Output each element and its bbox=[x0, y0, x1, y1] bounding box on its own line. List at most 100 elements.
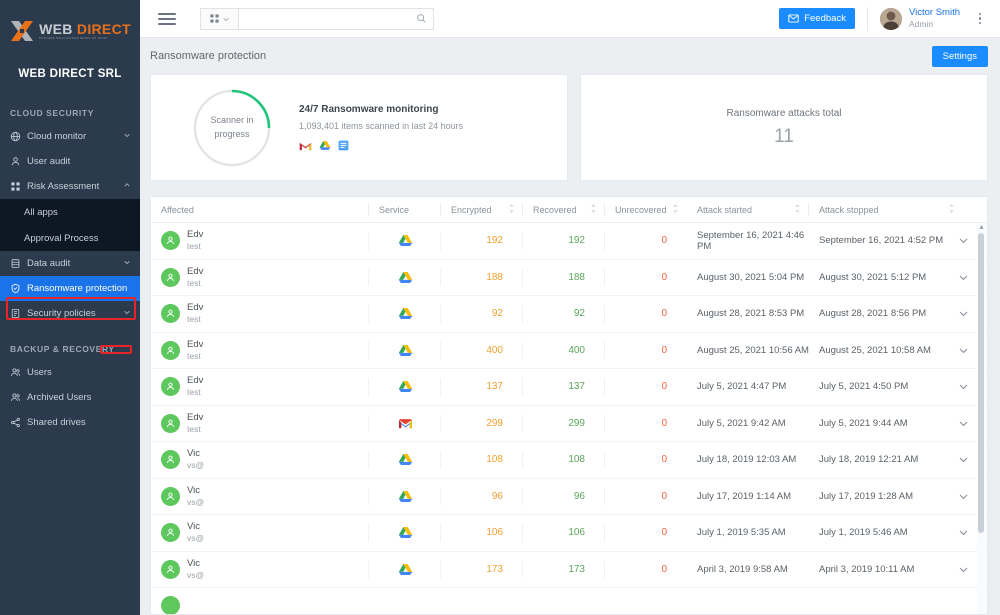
sidebar-subitem-all-apps[interactable]: All apps bbox=[0, 199, 140, 225]
kebab-menu-icon[interactable] bbox=[974, 11, 986, 27]
cell-attack-started: July 5, 2021 4:47 PM bbox=[697, 381, 787, 393]
cell-attack-stopped: August 28, 2021 8:56 PM bbox=[809, 296, 987, 332]
feedback-button[interactable]: Feedback bbox=[779, 8, 855, 29]
expand-row-button[interactable] bbox=[958, 406, 969, 442]
sidebar-item-archived-users[interactable]: Archived Users bbox=[0, 385, 140, 410]
grid-icon bbox=[10, 181, 23, 192]
redaction-blur bbox=[206, 226, 324, 253]
sidebar-item-risk-assessment[interactable]: Risk Assessment bbox=[0, 174, 140, 199]
cell-attack-stopped: July 18, 2019 12:21 AM bbox=[809, 442, 987, 478]
user-avatar-image bbox=[879, 7, 902, 30]
affected-user bbox=[161, 596, 324, 614]
sort-icon[interactable] bbox=[794, 203, 801, 216]
user-info[interactable]: Victor Smith Admin bbox=[909, 7, 960, 30]
sort-icon[interactable] bbox=[948, 203, 955, 216]
sidebar-section-backup-recovery: BACKUP & RECOVERY bbox=[10, 344, 115, 354]
sort-icon[interactable] bbox=[590, 203, 597, 216]
chevron-down-icon bbox=[959, 384, 968, 390]
expand-row-button[interactable] bbox=[958, 296, 969, 332]
scanner-progress-donut: Scanner in progress bbox=[191, 87, 273, 169]
user-avatar-icon bbox=[161, 596, 180, 614]
user-text: Edv test bbox=[187, 335, 324, 362]
table-row[interactable]: Vic vs@ 106 106 0 July 1, 2019 5:35 AM July 1,… bbox=[151, 515, 987, 552]
sidebar-item-user-audit[interactable]: User audit bbox=[0, 149, 140, 174]
gmail-icon bbox=[398, 418, 412, 428]
search-box[interactable] bbox=[238, 7, 434, 30]
globe-icon bbox=[10, 131, 23, 142]
search-input[interactable] bbox=[245, 13, 416, 24]
avatar[interactable] bbox=[879, 7, 902, 30]
table-row-partial[interactable] bbox=[151, 588, 987, 614]
sort-icon[interactable] bbox=[672, 203, 679, 216]
sidebar-subitem-approval-process[interactable]: Approval Process bbox=[0, 225, 140, 251]
logo-word-web: WEB bbox=[39, 20, 73, 37]
column-label: Affected bbox=[161, 204, 194, 215]
user-name: Vic bbox=[187, 521, 201, 533]
expand-row-button[interactable] bbox=[958, 369, 969, 405]
cell-encrypted: 106 bbox=[441, 515, 523, 551]
hamburger-icon[interactable] bbox=[158, 10, 176, 28]
sort-icon[interactable] bbox=[508, 203, 515, 216]
redaction-blur bbox=[206, 408, 324, 435]
table-row[interactable]: Edv test 188 188 0 August 30, 2021 5:04 PM Aug… bbox=[151, 260, 987, 296]
user-text: Vic vs@ bbox=[187, 481, 324, 508]
sidebar-item-cloud-monitor[interactable]: Cloud monitor bbox=[0, 124, 140, 149]
column-header-affected[interactable]: Affected bbox=[151, 197, 369, 223]
scroll-up-arrow[interactable]: ▲ bbox=[977, 223, 986, 233]
chevron-down-icon bbox=[959, 457, 968, 463]
cell-attack-started: July 5, 2021 9:42 AM bbox=[697, 417, 786, 429]
settings-button[interactable]: Settings bbox=[931, 45, 988, 67]
search-icon[interactable] bbox=[416, 13, 427, 24]
user-name: Vic bbox=[187, 448, 201, 460]
page-title: Ransomware protection bbox=[150, 50, 267, 62]
expand-row-button[interactable] bbox=[958, 479, 969, 515]
user-name: Edv bbox=[187, 375, 204, 387]
cell-recovered: 106 bbox=[523, 515, 605, 551]
scrollbar-thumb[interactable] bbox=[978, 233, 984, 533]
column-header-attack-stopped[interactable]: Attack stopped bbox=[809, 197, 987, 223]
expand-row-button[interactable] bbox=[958, 442, 969, 478]
user-text: Edv test bbox=[187, 299, 324, 326]
expand-row-button[interactable] bbox=[958, 515, 969, 551]
sidebar-item-data-audit[interactable]: Data audit bbox=[0, 251, 140, 276]
expand-row-button[interactable] bbox=[958, 223, 969, 259]
sidebar-item-security-policies[interactable]: Security policies bbox=[0, 301, 140, 326]
table-row[interactable]: Edv test 92 92 0 August 28, 2021 8:53 PM Augus… bbox=[151, 296, 987, 333]
table-row[interactable]: Edv test 400 400 0 August 25, 2021 10:56 AM Au… bbox=[151, 333, 987, 369]
expand-row-button[interactable] bbox=[958, 333, 969, 369]
table-row[interactable]: Vic vs@ 96 96 0 July 17, 2019 1:14 AM July 17,… bbox=[151, 479, 987, 515]
table-row[interactable]: Edv test 299 299 0 July 5, 2021 9:42 AM July 5… bbox=[151, 406, 987, 442]
column-header-unrecovered[interactable]: Unrecovered bbox=[605, 197, 687, 223]
cell-encrypted: 400 bbox=[441, 333, 523, 369]
divider bbox=[866, 6, 868, 31]
donut-label: Scanner in progress bbox=[191, 87, 273, 169]
table-row[interactable]: Vic vs@ 108 108 0 July 18, 2019 12:03 AM July … bbox=[151, 442, 987, 479]
sidebar-item-label: Security policies bbox=[27, 308, 96, 319]
column-header-attack-started[interactable]: Attack started bbox=[687, 197, 809, 223]
sidebar-item-shared-drives[interactable]: Shared drives bbox=[0, 410, 140, 435]
chevron-down-icon bbox=[123, 308, 132, 319]
cell-attack-stopped: August 25, 2021 10:58 AM bbox=[809, 333, 987, 369]
table-row[interactable]: Edv test 137 137 0 July 5, 2021 4:47 PM July 5… bbox=[151, 369, 987, 406]
archived-users-icon bbox=[10, 392, 23, 403]
expand-row-button[interactable] bbox=[958, 552, 969, 588]
user-email: vs@ bbox=[187, 569, 205, 580]
logo-word-direct: DIRECT bbox=[76, 20, 131, 37]
column-header-recovered[interactable]: Recovered bbox=[523, 197, 605, 223]
user-avatar-icon bbox=[161, 450, 180, 470]
table-row[interactable]: Edv test 192 192 0 September 16, 2021 4:46 PM… bbox=[151, 223, 987, 260]
table-scrollbar[interactable]: ▲ bbox=[977, 223, 986, 614]
table-row[interactable]: Vic vs@ 173 173 0 April 3, 2019 9:58 AM April … bbox=[151, 552, 987, 588]
column-header-service[interactable]: Service bbox=[369, 197, 441, 223]
redaction-blur bbox=[206, 335, 324, 362]
sidebar-item-ransomware-protection[interactable]: Ransomware protection bbox=[0, 276, 140, 301]
user-text: Vic vs@ bbox=[187, 445, 324, 472]
donut-label-line2: progress bbox=[214, 128, 250, 139]
sidebar-item-label: Users bbox=[27, 367, 52, 378]
user-email: vs@ bbox=[187, 460, 205, 471]
page-header: Ransomware protection Settings bbox=[140, 38, 1000, 74]
expand-row-button[interactable] bbox=[958, 260, 969, 296]
column-header-encrypted[interactable]: Encrypted bbox=[441, 197, 523, 223]
sidebar-item-users[interactable]: Users bbox=[0, 360, 140, 385]
grid-apps-selector[interactable] bbox=[200, 7, 238, 30]
